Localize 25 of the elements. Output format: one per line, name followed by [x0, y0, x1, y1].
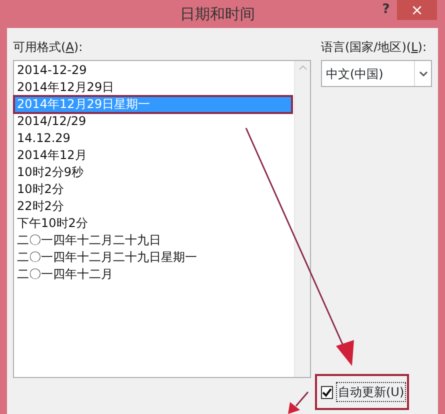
language-label: 语言(国家/地区)(L): — [321, 39, 428, 56]
format-option[interactable]: 14.12.29 — [14, 130, 292, 147]
format-option[interactable]: 二〇一四年十二月 — [14, 266, 292, 283]
format-option[interactable]: 22时2分 — [14, 198, 292, 215]
format-option[interactable]: 二〇一四年十二月二十九日 — [14, 232, 292, 249]
format-option[interactable]: 2014-12-29 — [14, 62, 292, 79]
scrollbar[interactable] — [294, 61, 310, 377]
annotation-arrow — [288, 392, 309, 414]
formats-listbox[interactable]: 2014-12-29 2014年12月29日 2014年12月29日星期一 2014/12/29 14.12.29 2014年12月 10时2分9秒 10时2分 22时2分 下午10时2分 二〇一四年十二月二十九日 二〇一四年十二月二十九日星期一 二〇一四年十二月 — [13, 60, 311, 378]
format-option[interactable]: 2014年12月 — [14, 147, 292, 164]
scroll-up-icon[interactable] — [298, 65, 306, 70]
help-button[interactable]: ? — [375, 0, 397, 20]
format-option[interactable]: 下午10时2分 — [14, 215, 292, 232]
format-option[interactable]: 10时2分9秒 — [14, 164, 292, 181]
format-option[interactable]: 2014/12/29 — [14, 113, 292, 130]
formats-label: 可用格式(A): — [13, 39, 84, 56]
caret-icon — [418, 70, 428, 76]
window-title: 日期和时间 — [179, 4, 256, 25]
format-option[interactable]: 2014年12月29日 — [14, 79, 292, 96]
language-dropdown[interactable]: 中文(中国) — [321, 60, 432, 87]
auto-update-label[interactable]: 自动更新(U) — [336, 382, 406, 402]
auto-update-checkbox[interactable] — [321, 386, 333, 398]
format-option[interactable]: 10时2分 — [14, 181, 292, 198]
format-option[interactable]: 二〇一四年十二月二十九日星期一 — [14, 249, 292, 266]
close-button[interactable]: × — [397, 0, 437, 20]
